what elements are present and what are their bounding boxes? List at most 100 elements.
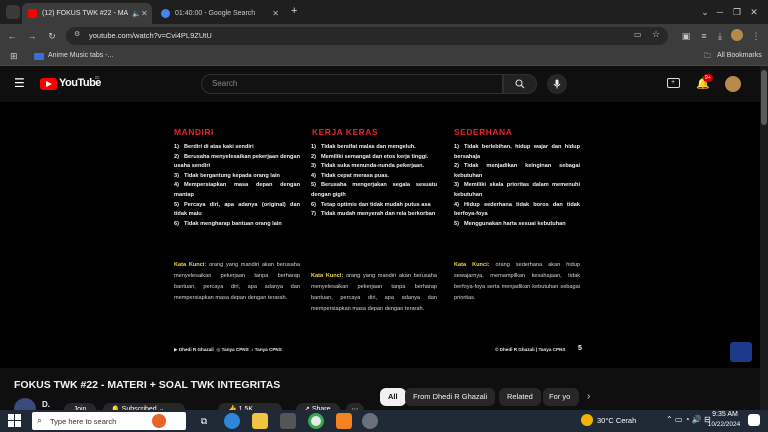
taskbar-search-icon: ⌕ (37, 415, 43, 425)
back-icon[interactable]: ← (4, 28, 20, 44)
windows-start-icon[interactable] (8, 414, 22, 428)
column-heading: SEDERHANA (454, 127, 513, 137)
notification-center-icon[interactable] (748, 414, 760, 426)
search-input[interactable] (201, 74, 503, 94)
microphone-icon (553, 79, 561, 89)
list-item: 1) Berdiri di atas kaki sendiri (174, 144, 254, 150)
list-item: 2) Berusaha menyelesaikan pekerjaan denga… (174, 153, 300, 170)
clock-date[interactable]: 10/22/2024 (704, 421, 744, 428)
media-control-icon[interactable]: ≡ (696, 28, 712, 44)
voice-search-button[interactable] (547, 74, 567, 94)
tab-search-button[interactable] (6, 5, 20, 19)
maximize-icon[interactable]: ❐ (729, 4, 745, 20)
slide-footer-left: ▶ Dhedi R Ghazali ◎ Tanya CPNS ♪ Tanya C… (174, 347, 282, 352)
video-title: FOKUS TWK #22 - MATERI + SOAL TWK INTEGR… (14, 379, 281, 391)
tab-youtube[interactable]: (12) FOKUS TWK #22 - MA 🔈 ✕ (22, 3, 152, 24)
chip-related[interactable]: Related (499, 388, 541, 406)
close-window-icon[interactable]: ✕ (746, 4, 762, 20)
column-heading: KERJA KERAS (312, 127, 379, 137)
extensions-icon[interactable]: ▣ (678, 28, 694, 44)
chip-all[interactable]: All (380, 388, 406, 406)
speaker-icon[interactable]: 🔈 (132, 10, 141, 18)
taskbar-search-placeholder: Type here to search (50, 417, 117, 426)
chip-for-you[interactable]: For yo (543, 388, 579, 406)
kata-kunci: Kata Kunci: orang yang mandiri akan beru… (174, 262, 300, 301)
new-tab-button[interactable]: + (291, 5, 297, 17)
weather-sun-icon (581, 414, 593, 426)
cast-icon[interactable]: ▭ (634, 30, 642, 39)
close-tab-icon[interactable]: ✕ (141, 9, 148, 18)
orange-app-icon[interactable] (336, 413, 352, 429)
file-explorer-icon[interactable] (252, 413, 268, 429)
list-item: 2) Memiliki semangat dan etos kerja tingg… (311, 153, 429, 160)
search-button[interactable] (503, 74, 537, 94)
column-list: 1) Tidak berlebihan, hidup wajar dan hidu… (454, 143, 580, 229)
scrollbar-thumb[interactable] (761, 70, 767, 125)
region-code: ID (95, 75, 100, 80)
slide-page-number: 5 (578, 345, 582, 352)
apps-grid-icon[interactable]: ⊞ (10, 51, 18, 62)
channel-name[interactable]: D. (42, 400, 50, 409)
url-text[interactable]: youtube.com/watch?v=Cvi4PL9ZUtU (89, 31, 212, 40)
list-item: 5) Percaya diri, apa adanya (original) da… (174, 201, 300, 218)
account-avatar[interactable] (725, 76, 741, 92)
list-item: 4) Mempersiapkan masa depan dengan mantap (174, 182, 300, 198)
tab-label: (12) FOKUS TWK #22 - MA (42, 10, 129, 17)
list-item: 1) Tidak berlebihan, hidup wajar dan hidu… (454, 144, 580, 160)
tab-label: 01:40:00 - Google Search (175, 10, 256, 17)
store-icon[interactable] (280, 413, 296, 429)
chevron-right-icon[interactable]: › (587, 391, 590, 402)
kata-kunci: Kata Kunci: orang yang mandiri akan beru… (311, 273, 437, 312)
site-info-icon[interactable]: ⚙ (74, 30, 80, 38)
list-item: 1) Tidak bersifat malas dan mengeluh. (311, 144, 416, 150)
list-item: 3) Tidak bergantung kepada orang lain (174, 172, 280, 179)
list-item: 6) Tetap optimis dan tidak mudah putus as… (311, 201, 431, 208)
close-tab-icon[interactable]: ✕ (272, 9, 279, 18)
chrome-icon[interactable] (308, 413, 324, 429)
google-favicon-icon (161, 9, 170, 18)
bookmark-anime-music[interactable]: Anime Music tabs -... (48, 52, 113, 59)
bookmark-favicon-icon (34, 53, 44, 60)
video-player[interactable]: MANDIRI 1) Berdiri di atas kaki sendiri 2)… (0, 102, 760, 368)
reload-icon[interactable]: ↻ (44, 28, 60, 44)
channel-watermark-logo[interactable] (730, 342, 752, 362)
clock-time[interactable]: 9:35 AM (708, 411, 742, 418)
list-item: 4) Hidup sederhana tidak boros dan tidak … (454, 201, 580, 218)
menu-kebab-icon[interactable]: ⋮ (748, 28, 764, 44)
download-icon[interactable]: ⤓ (712, 28, 728, 44)
list-item: 4) Tidak cepat merasa puas. (311, 172, 389, 179)
list-item: 5) Berusaha mengerjakan segala sesuatu de… (311, 182, 437, 198)
task-view-icon[interactable]: ⧉ (196, 413, 212, 429)
tab-google-search[interactable]: 01:40:00 - Google Search ✕ (155, 3, 285, 24)
youtube-favicon-icon (28, 9, 37, 18)
create-video-icon[interactable]: + (667, 78, 680, 88)
youtube-logo-icon[interactable] (40, 78, 57, 90)
bookmarks-bar (0, 48, 768, 66)
all-bookmarks[interactable]: All Bookmarks (717, 52, 762, 59)
search-highlight-icon[interactable] (152, 414, 166, 428)
list-item: 6) Tidak mengharap bantuan orang lain (174, 220, 282, 227)
hamburger-menu-icon[interactable]: ☰ (14, 77, 25, 89)
weather-text[interactable]: 30°C Cerah (597, 416, 636, 425)
bookmark-star-icon[interactable]: ☆ (652, 29, 660, 40)
list-item: 2) Tidak menjadikan keinginan sebagai keb… (454, 163, 580, 179)
edge-icon[interactable] (224, 413, 240, 429)
column-list: 1) Berdiri di atas kaki sendiri 2) Berusaha… (174, 143, 300, 229)
chip-from-channel[interactable]: From Dhedi R Ghazali (405, 388, 496, 406)
folder-icon: 🗀 (704, 53, 711, 60)
profile-avatar[interactable] (731, 29, 743, 41)
kata-kunci: Kata Kunci: orang sederhana akan hidup s… (454, 262, 580, 301)
column-list: 1) Tidak bersifat malas dan mengeluh. 2) Me… (311, 143, 437, 220)
notification-badge: 9+ (703, 74, 713, 82)
app-icon[interactable] (362, 413, 378, 429)
tab-list-icon[interactable]: ⌄ (697, 4, 713, 20)
minimize-icon[interactable]: ─ (712, 4, 728, 20)
tiktok-small-icon: ♪ (251, 347, 254, 352)
youtube-small-icon: ▶ (174, 347, 178, 352)
search-placeholder: Search (212, 79, 238, 88)
list-item: 3) Tidak suka menunda-nunda pekerjaan. (311, 163, 425, 170)
slide-footer-right: © Dhedi R Ghazali | Tanya CPNS (495, 347, 566, 352)
search-icon (515, 79, 525, 89)
forward-icon[interactable]: → (24, 28, 40, 44)
column-heading: MANDIRI (174, 127, 214, 137)
